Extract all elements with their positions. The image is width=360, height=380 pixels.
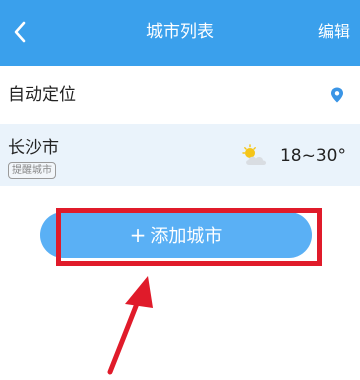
location-pin-icon: [331, 87, 343, 103]
auto-location-label: 自动定位: [8, 85, 76, 105]
page-title: 城市列表: [146, 22, 214, 42]
add-city-button[interactable]: + 添加城市: [40, 212, 312, 258]
edit-button[interactable]: 编辑: [318, 20, 350, 44]
plus-icon: +: [129, 223, 147, 247]
partly-cloudy-icon: [242, 144, 267, 165]
city-list-screen: 城市列表 编辑 自动定位 长沙市 提醒城市 18~30° + 添加城市: [0, 0, 360, 380]
city-name: 长沙市: [8, 138, 59, 158]
auto-location-row[interactable]: 自动定位: [0, 66, 360, 122]
remind-city-badge: 提醒城市: [8, 162, 56, 179]
top-bar: 城市列表 编辑: [0, 0, 360, 66]
temperature-range: 18~30°: [279, 146, 346, 166]
add-city-label: 添加城市: [150, 226, 223, 247]
